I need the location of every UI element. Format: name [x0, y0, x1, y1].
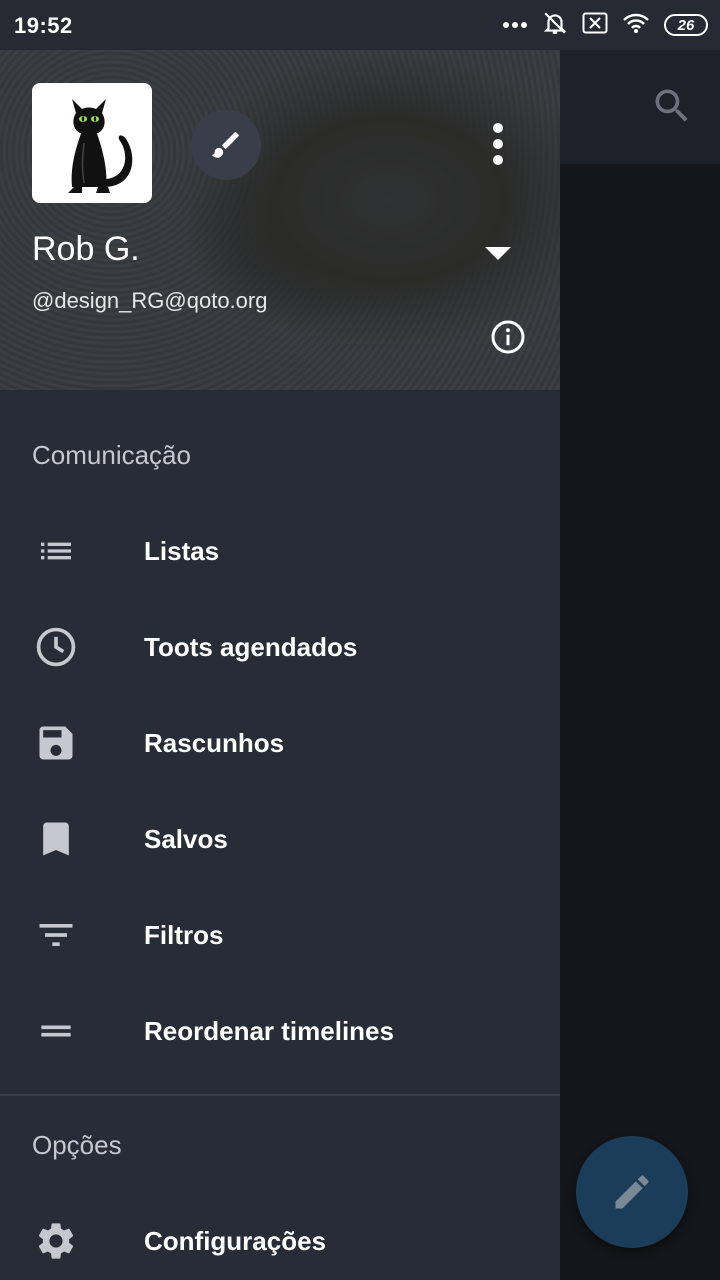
black-cat-avatar-image — [68, 99, 133, 193]
account-handle: @design_RG@qoto.org — [32, 288, 268, 313]
account-info-button[interactable] — [488, 317, 528, 357]
more-dots-icon — [502, 16, 528, 34]
compose-fab-button[interactable] — [576, 1136, 688, 1248]
list-icon — [32, 527, 80, 575]
alarm-off-icon — [542, 10, 568, 41]
menu-item-label: Rascunhos — [144, 727, 285, 758]
menu-item-scheduled-toots[interactable]: Toots agendados — [0, 599, 560, 695]
account-switcher-button[interactable] — [480, 242, 516, 266]
navigation-drawer: Rob G. @design_RG@qoto.org Comunicação L… — [0, 50, 560, 1280]
menu-item-label: Listas — [144, 535, 220, 566]
avatar[interactable] — [32, 83, 152, 203]
search-icon[interactable] — [650, 84, 694, 128]
pencil-icon — [615, 1175, 649, 1209]
menu-item-label: Reordenar timelines — [144, 1015, 394, 1046]
menu-item-label: Salvos — [144, 823, 228, 854]
more-options-button[interactable] — [476, 120, 520, 168]
sim-x-icon — [582, 12, 608, 39]
menu-item-lists[interactable]: Listas — [0, 503, 560, 599]
info-icon — [491, 320, 525, 354]
menu-item-bookmarks[interactable]: Salvos — [0, 791, 560, 887]
status-icons: 26 — [502, 11, 708, 39]
menu-item-settings[interactable]: Configurações — [0, 1193, 560, 1280]
menu-item-label: Toots agendados — [144, 631, 358, 662]
menu-item-reorder-timelines[interactable]: Reordenar timelines — [0, 983, 560, 1079]
menu-item-label: Filtros — [144, 919, 224, 950]
battery-icon: 26 — [664, 14, 708, 36]
status-time: 19:52 — [14, 13, 73, 38]
wifi-icon — [622, 12, 650, 39]
edit-theme-button[interactable] — [191, 110, 261, 180]
more-vert-icon — [493, 123, 503, 165]
arrow-drop-down-icon — [485, 247, 511, 260]
paintbrush-icon — [211, 132, 239, 158]
account-display-name: Rob G. — [32, 230, 140, 268]
menu-item-filters[interactable]: Filtros — [0, 887, 560, 983]
section-divider — [0, 1094, 560, 1096]
clock-icon — [32, 623, 80, 671]
filter-icon — [32, 911, 80, 959]
menu-item-label: Configurações — [144, 1225, 327, 1256]
gear-icon — [32, 1217, 80, 1265]
bookmark-icon — [32, 815, 80, 863]
status-bar: 19:52 26 — [0, 0, 720, 50]
menu-item-drafts[interactable]: Rascunhos — [0, 695, 560, 791]
section-title-communication: Comunicação — [32, 440, 191, 470]
section-title-options: Opções — [32, 1130, 122, 1160]
reorder-icon — [32, 1007, 80, 1055]
save-icon — [32, 719, 80, 767]
